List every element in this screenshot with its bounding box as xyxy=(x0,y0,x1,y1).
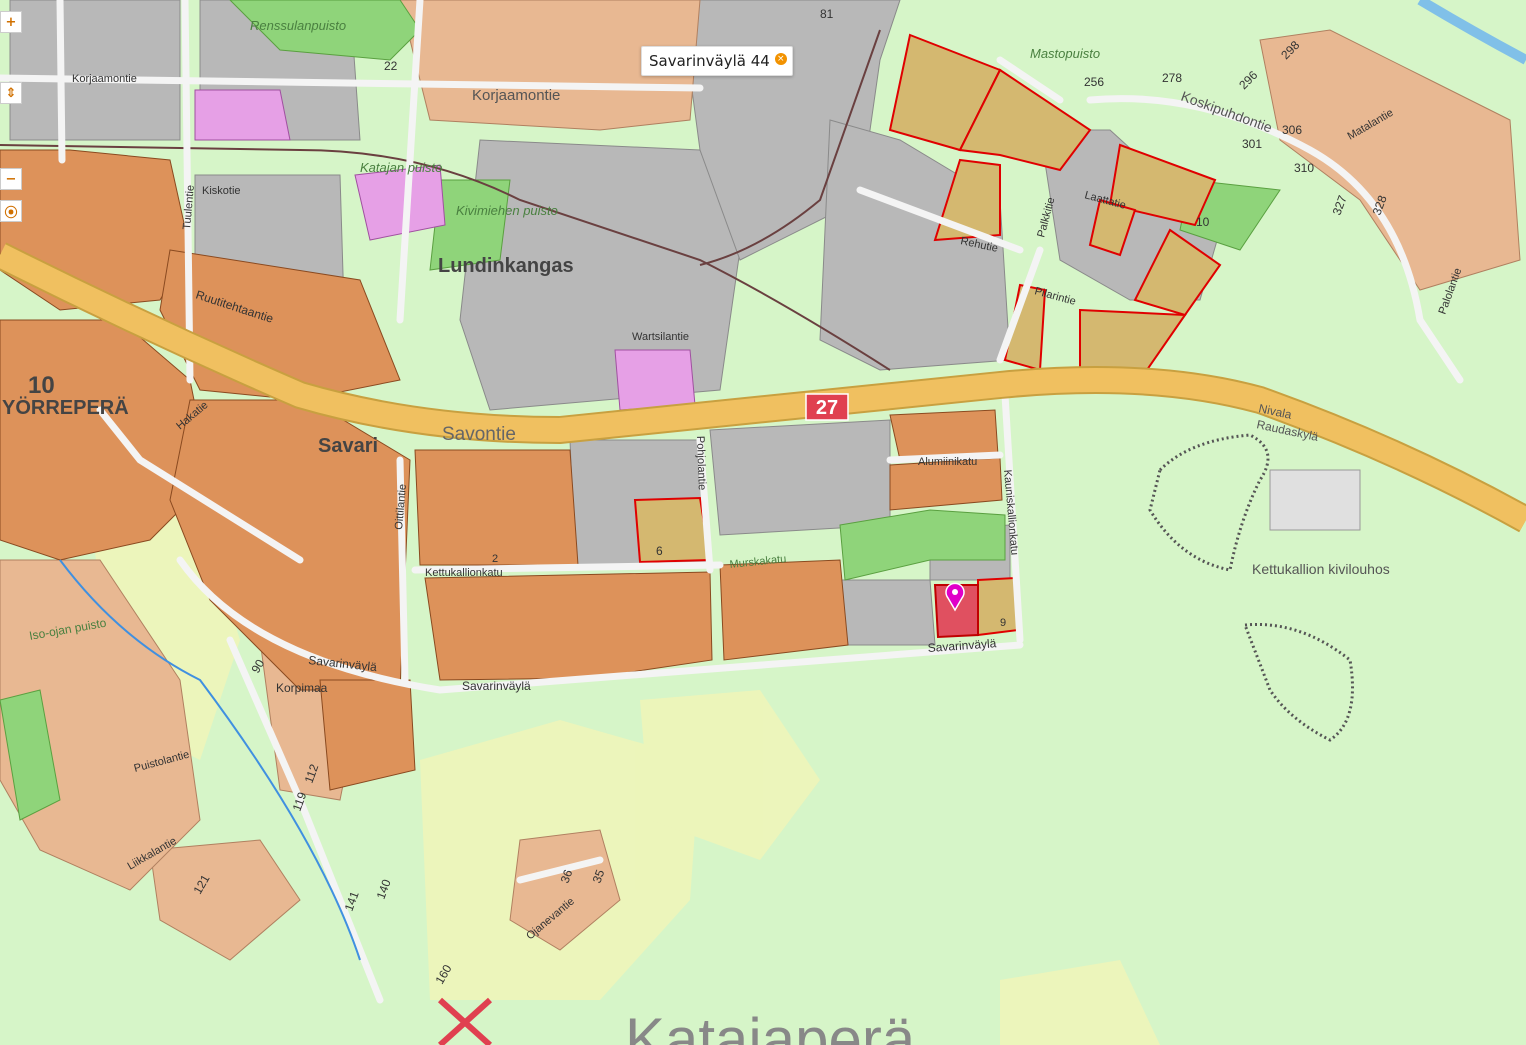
label-savari: Savari xyxy=(318,435,378,457)
label-savontie: Savontie xyxy=(442,424,516,445)
label-korjaamontie-e: Korjaamontie xyxy=(472,87,560,104)
popup-address-text: Savarinväylä 44 xyxy=(649,52,770,70)
address-number-301: 301 xyxy=(1242,137,1262,151)
label-alumiinikatu: Alumiinikatu xyxy=(918,456,977,468)
address-number-278: 278 xyxy=(1162,71,1182,85)
label-korpimaa: Korpimaa xyxy=(276,681,328,695)
label-mastopuisto: Mastopuisto xyxy=(1030,46,1100,61)
label-kiskotie: Kiskotie xyxy=(202,185,241,197)
label-kettukallionkatu: Kettukallionkatu xyxy=(425,567,503,579)
route-27-marker: 27 xyxy=(805,393,849,421)
label-district-10: 10 xyxy=(28,372,55,399)
address-number-2: 2 xyxy=(492,553,498,565)
label-renssulanpuisto: Renssulanpuisto xyxy=(250,18,346,33)
svg-text:27: 27 xyxy=(816,397,838,419)
address-number-22: 22 xyxy=(384,59,398,73)
label-lundinkangas: Lundinkangas xyxy=(438,255,574,277)
pan-button[interactable]: ⇕ xyxy=(0,82,22,104)
address-number-306: 306 xyxy=(1282,123,1302,137)
label-korjaamontie-w: Korjaamontie xyxy=(72,73,137,85)
address-number-310: 310 xyxy=(1294,161,1314,175)
address-number-6: 6 xyxy=(656,544,663,558)
label-katajan-puisto: Katajan puisto xyxy=(360,160,442,175)
label-savarinvayla-s: Savarinväylä xyxy=(462,679,531,693)
label-kettukallion-kivilouhos: Kettukallion kivilouhos xyxy=(1252,561,1390,577)
address-number-256: 256 xyxy=(1084,75,1104,89)
label-katajapera: Katajaperä xyxy=(625,1006,916,1045)
locate-button[interactable]: ⦿ xyxy=(0,200,22,222)
address-number-9: 9 xyxy=(1000,617,1006,629)
close-icon[interactable]: × xyxy=(774,53,787,65)
zoom-out-button[interactable]: − xyxy=(0,168,22,190)
address-number-10: 10 xyxy=(1196,215,1210,229)
address-number-81: 81 xyxy=(820,7,834,21)
label-wartsilantie: Wartsilantie xyxy=(632,331,689,343)
label-pohjolantie: Pohjolantie xyxy=(694,436,708,491)
label-yorrepera: YÖRREPERÄ xyxy=(2,396,129,419)
zoom-in-button[interactable]: + xyxy=(0,11,22,33)
zoning-map[interactable]: 27 Lundinkangas Savari Savontie 10 YÖRRE… xyxy=(0,0,1526,1045)
label-kivimiehen-puisto: Kivimiehen puisto xyxy=(456,203,558,218)
quarry-building xyxy=(1269,469,1361,531)
address-popup: Savarinväylä 44 × xyxy=(641,46,793,76)
